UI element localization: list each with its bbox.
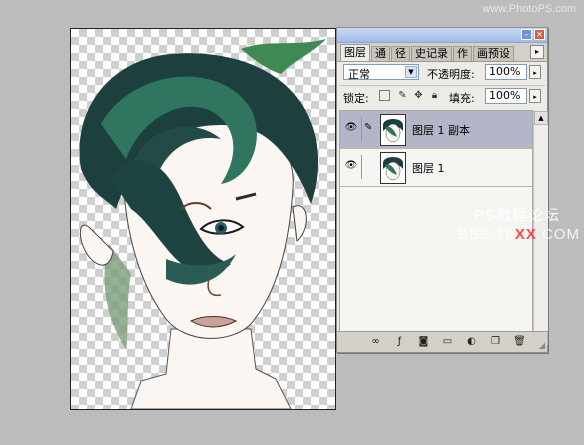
chevron-down-icon[interactable]: ▼	[405, 66, 417, 78]
lock-brush-icon[interactable]: ✎	[397, 90, 408, 101]
lock-all-icon[interactable]: 🔒︎	[429, 90, 440, 101]
document-canvas[interactable]	[70, 28, 336, 410]
divider	[339, 85, 545, 86]
blend-mode-value: 正常	[348, 68, 370, 81]
scroll-up-icon[interactable]: ▲	[534, 111, 548, 125]
artwork-illustration	[79, 39, 326, 409]
blend-mode-select[interactable]: 正常 ▼	[343, 64, 419, 81]
eye-icon[interactable]: 👁︎	[344, 122, 358, 134]
layer-mask-icon[interactable]: ◙	[417, 335, 430, 348]
eye-icon[interactable]: 👁︎	[344, 160, 358, 172]
site-watermark: www.PhotoPS.com	[482, 3, 576, 15]
palette-menu-icon[interactable]: ▸	[530, 45, 544, 59]
tab-layers[interactable]: 图层	[340, 44, 370, 61]
forum-url-part: BBS.16	[458, 226, 515, 243]
layer-thumbnail	[380, 114, 406, 146]
tab-channels[interactable]: 通	[371, 46, 390, 61]
lock-transparency-icon[interactable]	[379, 90, 390, 101]
forum-watermark: PS教程论坛	[474, 207, 561, 224]
blend-row: 正常 ▼ 不透明度: 100% ▸	[343, 64, 543, 82]
resize-grip-icon[interactable]: ◢	[539, 341, 545, 350]
tab-history[interactable]: 史记录	[411, 46, 452, 61]
layer-style-icon[interactable]: ƒ	[393, 335, 406, 348]
layers-palette: – × 图层 通 径 史记录 作 画预设 ▸ 正常 ▼ 不透明度: 100% ▸…	[336, 27, 548, 353]
palette-bottom-toolbar: ∞ ƒ ◙ ▭ ◐ ❐ 🗑︎ ◢	[337, 331, 547, 352]
new-layer-icon[interactable]: ❐	[489, 335, 502, 348]
layer-row[interactable]: 👁︎ ✎ 图层 1 副本	[340, 111, 532, 149]
layer-row[interactable]: 👁︎ 图层 1	[340, 149, 532, 187]
layer-name[interactable]: 图层 1	[412, 160, 445, 176]
tab-paths[interactable]: 径	[391, 46, 410, 61]
tab-presets[interactable]: 画预设	[473, 46, 514, 61]
lock-move-icon[interactable]: ✥	[413, 90, 424, 101]
adjustment-layer-icon[interactable]: ◐	[465, 335, 478, 348]
tab-actions[interactable]: 作	[453, 46, 472, 61]
link-layers-icon[interactable]: ∞	[369, 335, 382, 348]
new-group-icon[interactable]: ▭	[441, 335, 454, 348]
lock-label: 锁定:	[343, 92, 369, 105]
palette-tabs: 图层 通 径 史记录 作 画预设 ▸	[337, 43, 547, 62]
forum-url-highlight: XX	[514, 226, 537, 243]
layer-name[interactable]: 图层 1 副本	[412, 122, 470, 138]
lock-row: 锁定: ✎ ✥ 🔒︎ 填充: 100% ▸	[343, 88, 543, 106]
forum-url-watermark: BBS.16XX.COM	[458, 226, 580, 243]
close-icon[interactable]: ×	[534, 29, 545, 40]
minimize-icon[interactable]: –	[521, 29, 532, 40]
brush-icon: ✎	[364, 122, 373, 133]
layer-thumbnail	[380, 152, 406, 184]
fill-stepper-icon[interactable]: ▸	[529, 89, 541, 103]
opacity-label: 不透明度:	[427, 68, 475, 81]
opacity-stepper-icon[interactable]: ▸	[529, 65, 541, 79]
fill-label: 填充:	[449, 92, 475, 105]
trash-icon[interactable]: 🗑︎	[513, 335, 526, 348]
palette-titlebar[interactable]: – ×	[337, 28, 547, 43]
link-cell[interactable]	[361, 155, 376, 179]
fill-field[interactable]: 100%	[485, 88, 527, 104]
opacity-field[interactable]: 100%	[485, 64, 527, 80]
forum-url-part: .COM	[536, 226, 581, 243]
